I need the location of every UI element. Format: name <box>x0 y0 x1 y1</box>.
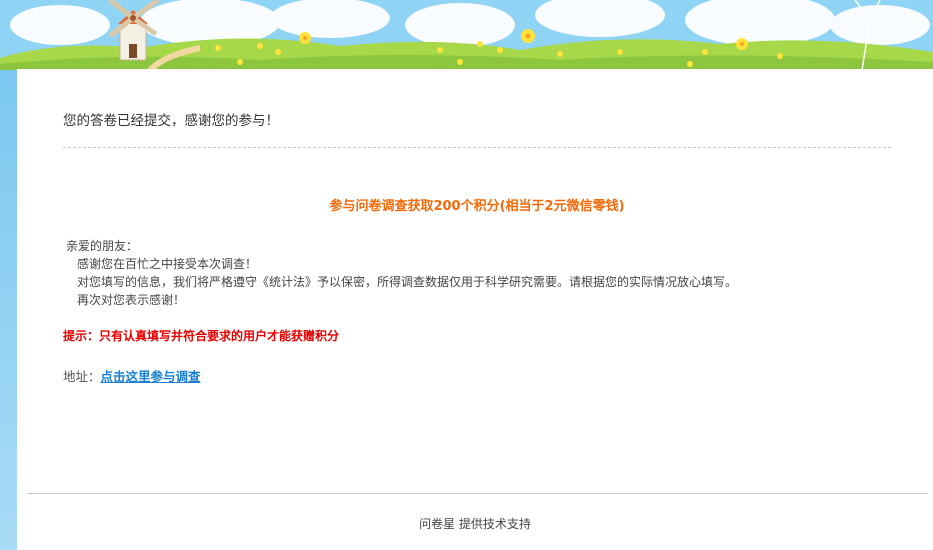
reward-tip: 提示：只有认真填写并符合要求的用户才能获赠积分 <box>63 329 340 343</box>
reward-headline: 参与问卷调查获取200个积分(相当于2元微信零钱) <box>329 199 625 214</box>
dashed-divider <box>63 147 891 148</box>
footer-divider <box>27 493 928 494</box>
submission-thanks: 您的答卷已经提交，感谢您的参与！ <box>63 113 279 129</box>
left-sky-strip <box>0 70 17 550</box>
address-label: 地址： <box>63 369 101 384</box>
survey-address: 地址：点击这里参与调查 <box>63 366 201 385</box>
header-banner <box>0 0 933 70</box>
letter-line-3: 再次对您表示感谢！ <box>77 293 186 307</box>
footer-credit: 问卷星 提供技术支持 <box>419 517 531 531</box>
landscape-illustration <box>0 0 933 70</box>
letter-line-1: 感谢您在百忙之中接受本次调查！ <box>77 257 258 271</box>
survey-link[interactable]: 点击这里参与调查 <box>101 369 201 384</box>
content-panel: 您的答卷已经提交，感谢您的参与！ 参与问卷调查获取200个积分(相当于2元微信零… <box>17 69 933 550</box>
invitation-letter: 亲爱的朋友： 感谢您在百忙之中接受本次调查！ 对您填写的信息，我们将严格遵守《统… <box>63 237 737 309</box>
greeting: 亲爱的朋友： <box>66 239 139 253</box>
letter-line-2: 对您填写的信息，我们将严格遵守《统计法》予以保密，所得调查数据仅用于科学研究需要… <box>77 275 738 289</box>
